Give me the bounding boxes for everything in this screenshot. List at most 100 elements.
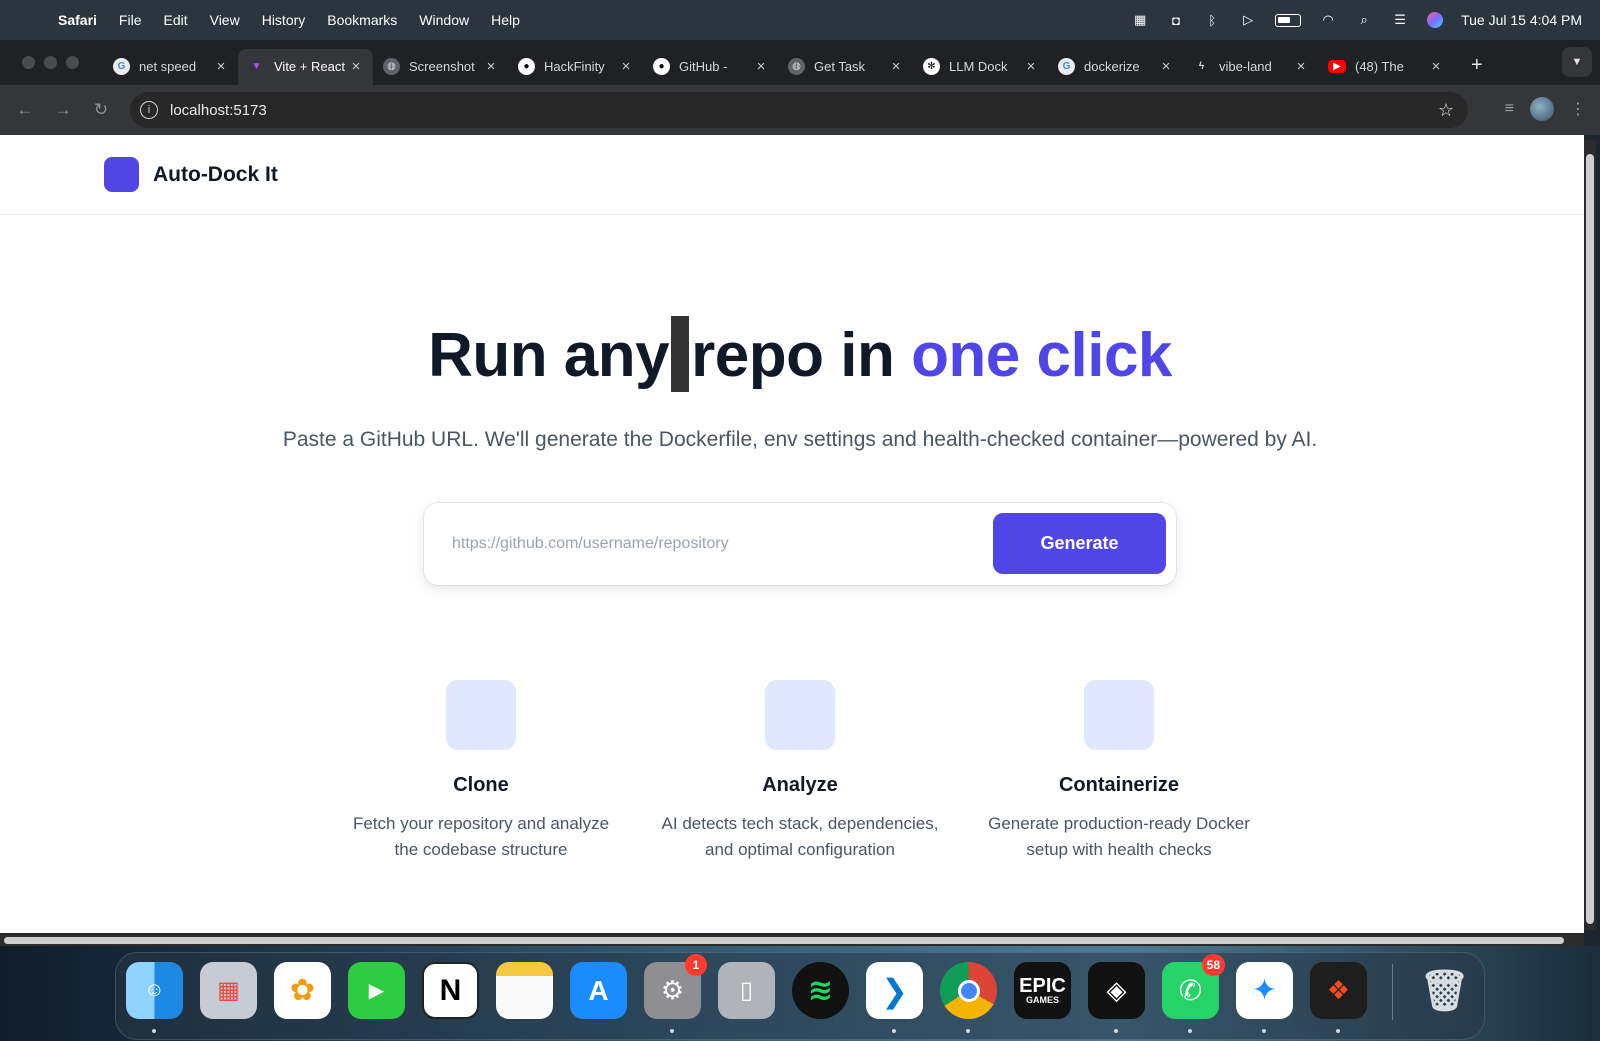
zoom-window-button[interactable]: [66, 56, 79, 69]
close-tab-icon[interactable]: ×: [619, 58, 633, 75]
launchpad-icon[interactable]: ▦: [200, 962, 257, 1019]
whatsapp-badge: 58: [1201, 954, 1225, 976]
running-indicator: [1262, 1029, 1266, 1033]
chrome-icon[interactable]: [940, 962, 997, 1019]
vscode-icon[interactable]: ❯: [866, 962, 923, 1019]
epic-games-icon[interactable]: EPIC GAMES: [1014, 962, 1071, 1019]
warp-cube-icon[interactable]: ◈: [1088, 962, 1145, 1019]
wifi-icon[interactable]: ◠: [1319, 12, 1337, 28]
repo-url-input[interactable]: [452, 535, 972, 553]
tab-net-speed[interactable]: G net speed ×: [103, 49, 238, 85]
logo-icon[interactable]: [104, 157, 139, 192]
stage-manager-icon[interactable]: ▦: [1131, 12, 1149, 28]
close-tab-icon[interactable]: ×: [754, 58, 768, 75]
trash-icon[interactable]: 🗑: [1416, 962, 1473, 1019]
tab-vite-react[interactable]: ▼ Vite + React ×: [238, 48, 373, 85]
vertical-scroll-thumb[interactable]: [1586, 154, 1594, 924]
profile-avatar[interactable]: [1530, 97, 1554, 121]
minimize-window-button[interactable]: [44, 56, 57, 69]
more-menu-icon[interactable]: ⋮: [1570, 99, 1586, 119]
notes-icon[interactable]: [496, 962, 553, 1019]
vite-icon: ▼: [251, 61, 262, 72]
iphone-mirroring-icon[interactable]: ▯: [718, 962, 775, 1019]
globe-icon: ◍: [383, 58, 400, 75]
tab-youtube[interactable]: ▶ (48) The ×: [1318, 49, 1453, 85]
analyze-icon: [765, 680, 835, 750]
tab-screenshot[interactable]: ◍ Screenshot ×: [373, 49, 508, 85]
reload-icon[interactable]: ↻: [92, 100, 110, 120]
whatsapp-icon[interactable]: ✆ 58: [1162, 954, 1225, 1019]
close-tab-icon[interactable]: ×: [349, 58, 363, 75]
play-icon[interactable]: ▷: [1239, 12, 1257, 28]
close-tab-icon[interactable]: ×: [1294, 58, 1308, 75]
finder-icon[interactable]: ☺: [126, 962, 183, 1019]
hero-title-accent: one click: [911, 321, 1172, 390]
running-indicator: [1114, 1029, 1118, 1033]
notion-icon[interactable]: N: [422, 962, 479, 1019]
menu-file[interactable]: File: [119, 12, 142, 28]
hero-subtitle: Paste a GitHub URL. We'll generate the D…: [282, 428, 1318, 451]
close-tab-icon[interactable]: ×: [889, 58, 903, 75]
settings-badge: 1: [685, 954, 707, 976]
feature-containerize: Containerize Generate production-ready D…: [969, 680, 1269, 863]
new-tab-plus-icon[interactable]: +: [1471, 54, 1483, 77]
clone-icon: [446, 680, 516, 750]
menu-bookmarks[interactable]: Bookmarks: [327, 12, 397, 28]
tab-dockerize[interactable]: G dockerize ×: [1048, 49, 1183, 85]
back-arrow-icon[interactable]: ←: [16, 100, 34, 120]
brand-name[interactable]: Auto-Dock It: [153, 163, 278, 187]
close-tab-icon[interactable]: ×: [1024, 58, 1038, 75]
menu-window[interactable]: Window: [419, 12, 469, 28]
spotlight-search-icon[interactable]: ⌕: [1355, 12, 1373, 28]
feature-description: Generate production-ready Docker setup w…: [988, 814, 1250, 859]
safari-icon[interactable]: ✦: [1236, 962, 1293, 1019]
menu-history[interactable]: History: [262, 12, 306, 28]
menu-app-name[interactable]: Safari: [58, 12, 97, 28]
forward-arrow-icon[interactable]: →: [54, 100, 72, 120]
containerize-icon: [1084, 680, 1154, 750]
tab-github[interactable]: ● GitHub - ×: [643, 49, 778, 85]
tab-search-chevron-icon[interactable]: ▼: [1562, 47, 1592, 77]
facetime-icon[interactable]: ▶: [348, 962, 405, 1019]
control-center-icon[interactable]: ☰: [1391, 12, 1409, 28]
close-window-button[interactable]: [22, 56, 35, 69]
horizontal-scrollbar[interactable]: [0, 934, 1584, 946]
feature-clone: Clone Fetch your repository and analyze …: [331, 680, 631, 863]
tab-hackfinity[interactable]: ● HackFinity ×: [508, 49, 643, 85]
close-tab-icon[interactable]: ×: [1429, 58, 1443, 75]
tab-get-task[interactable]: ◍ Get Task ×: [778, 49, 913, 85]
google-icon: G: [113, 58, 130, 75]
extension-icon[interactable]: ◘: [1167, 12, 1185, 28]
status-area: ▦ ◘ ᛒ ▷ ◠ ⌕ ☰ Tue Jul 15 4:04 PM: [1131, 0, 1582, 40]
photos-icon[interactable]: ✿: [274, 962, 331, 1019]
address-url[interactable]: localhost:5173: [170, 102, 267, 119]
running-indicator: [1336, 1029, 1340, 1033]
battery-icon[interactable]: [1275, 13, 1302, 27]
menu-help[interactable]: Help: [491, 12, 520, 28]
spotify-icon[interactable]: ≋: [792, 962, 849, 1019]
site-info-icon[interactable]: i: [140, 101, 158, 119]
reading-list-icon[interactable]: ≡: [1505, 100, 1514, 118]
globe-icon: ◍: [788, 58, 805, 75]
app-store-icon[interactable]: A: [570, 962, 627, 1019]
generate-button[interactable]: Generate: [993, 513, 1166, 574]
feature-title: Analyze: [762, 774, 838, 796]
close-tab-icon[interactable]: ×: [1159, 58, 1173, 75]
bolt-icon: ϟ: [1198, 61, 1205, 72]
tab-vibe-land[interactable]: ϟ vibe-land ×: [1183, 49, 1318, 85]
bluetooth-icon[interactable]: ᛒ: [1203, 12, 1221, 28]
repo-url-form: Generate: [424, 503, 1176, 585]
vertical-scrollbar[interactable]: [1584, 140, 1596, 930]
close-tab-icon[interactable]: ×: [214, 58, 228, 75]
bookmark-star-icon[interactable]: ☆: [1438, 100, 1454, 121]
address-bar[interactable]: i localhost:5173 ☆: [130, 92, 1468, 128]
menu-view[interactable]: View: [210, 12, 240, 28]
system-settings-icon[interactable]: ⚙ 1: [644, 954, 707, 1019]
menu-edit[interactable]: Edit: [163, 12, 187, 28]
close-tab-icon[interactable]: ×: [484, 58, 498, 75]
figma-icon[interactable]: ❖: [1310, 962, 1367, 1019]
siri-icon[interactable]: [1427, 12, 1444, 28]
horizontal-scroll-thumb[interactable]: [4, 937, 1564, 944]
menu-clock[interactable]: Tue Jul 15 4:04 PM: [1461, 12, 1582, 28]
tab-llm-dock[interactable]: ✻ LLM Dock ×: [913, 49, 1048, 85]
